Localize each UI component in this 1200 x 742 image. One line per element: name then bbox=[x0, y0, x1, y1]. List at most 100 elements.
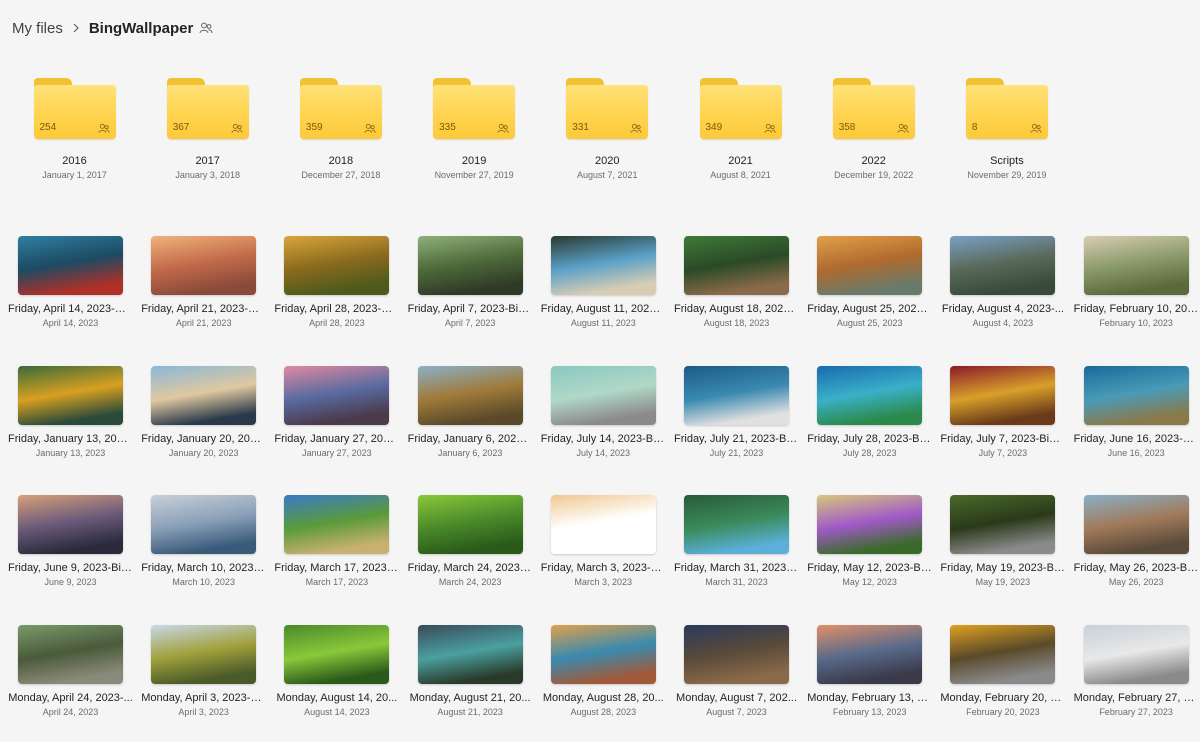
folder-name: 2017 bbox=[195, 155, 220, 167]
folder-icon: 359 bbox=[299, 78, 382, 139]
image-date: April 28, 2023 bbox=[309, 318, 365, 328]
image-tile[interactable]: Friday, March 24, 2023-... March 24, 2023 bbox=[404, 495, 537, 595]
image-file-name: Friday, July 14, 2023-Bin... bbox=[540, 433, 670, 445]
image-tile[interactable]: Friday, February 10, 202... February 10, … bbox=[1070, 236, 1200, 336]
image-thumbnail bbox=[284, 625, 390, 684]
image-file-name: Monday, August 21, 20... bbox=[409, 692, 531, 704]
image-thumbnail bbox=[550, 625, 656, 684]
image-tile[interactable]: Friday, May 19, 2023-Bi... May 19, 2023 bbox=[936, 495, 1069, 595]
image-tile[interactable]: Monday, February 13, 2... February 13, 20… bbox=[803, 625, 936, 725]
image-tile[interactable]: Friday, January 13, 2023... January 13, 2… bbox=[4, 366, 137, 466]
image-tile[interactable]: Friday, August 11, 2023-... August 11, 20… bbox=[537, 236, 670, 336]
image-file-name: Friday, April 21, 2023-Bi... bbox=[141, 303, 267, 315]
folder-date: December 27, 2018 bbox=[301, 170, 381, 180]
image-tile[interactable]: Friday, January 20, 2023... January 20, 2… bbox=[137, 366, 270, 466]
image-thumbnail bbox=[950, 236, 1056, 295]
image-date: February 20, 2023 bbox=[966, 707, 1040, 717]
image-tile[interactable]: Friday, August 25, 2023-... August 25, 20… bbox=[803, 236, 936, 336]
image-thumbnail bbox=[284, 366, 390, 425]
image-date: July 7, 2023 bbox=[978, 448, 1028, 458]
image-tile[interactable]: Friday, March 10, 2023-... March 10, 2023 bbox=[137, 495, 270, 595]
image-date: January 13, 2023 bbox=[35, 448, 106, 458]
folder-tile[interactable]: 359 2018 December 27, 2018 bbox=[274, 76, 407, 186]
shared-people-icon bbox=[97, 123, 110, 134]
image-tile[interactable]: Friday, June 9, 2023-Bin... June 9, 2023 bbox=[4, 495, 137, 595]
image-tile[interactable]: Friday, May 26, 2023-Bi... May 26, 2023 bbox=[1070, 495, 1200, 595]
image-date: April 24, 2023 bbox=[42, 707, 99, 717]
image-date: August 14, 2023 bbox=[304, 707, 370, 717]
image-date: March 31, 2023 bbox=[705, 577, 768, 587]
image-thumbnail bbox=[151, 495, 257, 554]
image-tile[interactable]: Friday, April 28, 2023-Bi... April 28, 20… bbox=[270, 236, 403, 336]
image-date: August 21, 2023 bbox=[437, 707, 503, 717]
folder-tile[interactable]: 331 2020 August 7, 2021 bbox=[541, 76, 674, 186]
image-file-name: Friday, August 25, 2023-... bbox=[807, 303, 936, 315]
image-thumbnail bbox=[684, 366, 789, 425]
image-file-name: Friday, July 21, 2023-Bin... bbox=[674, 433, 803, 445]
image-file-name: Monday, August 28, 20... bbox=[542, 692, 664, 704]
image-tile[interactable]: Monday, February 27, 2... February 27, 20… bbox=[1070, 625, 1200, 725]
shared-people-icon bbox=[1030, 123, 1042, 134]
image-file-name: Friday, March 31, 2023-... bbox=[674, 562, 800, 574]
image-thumbnail bbox=[684, 625, 789, 684]
folder-icon: 367 bbox=[166, 78, 249, 139]
folder-tile[interactable]: 358 2022 December 19, 2022 bbox=[807, 76, 940, 186]
image-date: August 25, 2023 bbox=[836, 318, 903, 328]
image-file-name: Friday, May 12, 2023-Bi... bbox=[807, 562, 933, 574]
image-thumbnail bbox=[417, 236, 523, 295]
image-thumbnail bbox=[18, 366, 123, 425]
image-file-name: Friday, April 7, 2023-Bin... bbox=[407, 303, 534, 315]
image-tile[interactable]: Friday, January 6, 2023-... January 6, 20… bbox=[404, 366, 537, 466]
folder-tile[interactable]: 349 2021 August 8, 2021 bbox=[674, 76, 807, 186]
image-thumbnail bbox=[417, 625, 523, 684]
image-tile[interactable]: Friday, April 7, 2023-Bin... April 7, 202… bbox=[404, 236, 537, 336]
image-tile[interactable]: Friday, June 16, 2023-Bi... June 16, 2023 bbox=[1070, 366, 1200, 466]
image-file-name: Friday, August 18, 2023-... bbox=[674, 303, 803, 315]
image-date: August 11, 2023 bbox=[570, 318, 636, 328]
folder-name: 2022 bbox=[861, 155, 886, 167]
image-date: March 24, 2023 bbox=[438, 577, 502, 587]
image-date: January 6, 2023 bbox=[437, 448, 503, 458]
image-file-name: Monday, August 7, 202... bbox=[676, 692, 797, 704]
image-tile[interactable]: Monday, August 21, 20... August 21, 2023 bbox=[404, 625, 537, 725]
image-file-name: Friday, April 28, 2023-Bi... bbox=[274, 303, 401, 315]
folder-tile[interactable]: 367 2017 January 3, 2018 bbox=[141, 76, 274, 186]
image-tile[interactable]: Monday, August 28, 20... August 28, 2023 bbox=[537, 625, 670, 725]
image-thumbnail bbox=[684, 495, 789, 554]
image-tile[interactable]: Monday, August 14, 20... August 14, 2023 bbox=[270, 625, 403, 725]
folder-icon: 8 bbox=[965, 78, 1048, 139]
image-tile[interactable]: Monday, February 20, 2... February 20, 20… bbox=[936, 625, 1069, 725]
folder-tile[interactable]: 254 2016 January 1, 2017 bbox=[8, 76, 141, 186]
image-thumbnail bbox=[817, 625, 923, 684]
image-file-name: Friday, June 16, 2023-Bi... bbox=[1073, 433, 1200, 445]
folder-item-count: 335 bbox=[439, 122, 456, 133]
image-tile[interactable]: Monday, August 7, 202... August 7, 2023 bbox=[670, 625, 803, 725]
image-tile[interactable]: Friday, March 31, 2023-... March 31, 2023 bbox=[670, 495, 803, 595]
folder-tile[interactable]: 335 2019 November 27, 2019 bbox=[408, 76, 541, 186]
image-thumbnail bbox=[950, 495, 1056, 554]
image-tile[interactable]: Friday, May 12, 2023-Bi... May 12, 2023 bbox=[803, 495, 936, 595]
image-date: July 21, 2023 bbox=[709, 448, 764, 458]
image-tile[interactable]: Friday, August 4, 2023-... August 4, 2023 bbox=[936, 236, 1069, 336]
image-tile[interactable]: Friday, April 14, 2023-Bi... April 14, 20… bbox=[4, 236, 137, 336]
image-tile[interactable]: Friday, August 18, 2023-... August 18, 20… bbox=[670, 236, 803, 336]
image-tile[interactable]: Friday, July 21, 2023-Bin... July 21, 202… bbox=[670, 366, 803, 466]
image-tile[interactable]: Monday, April 3, 2023-B... April 3, 2023 bbox=[137, 625, 270, 725]
image-file-name: Friday, April 14, 2023-Bi... bbox=[8, 303, 134, 315]
folder-item-count: 367 bbox=[172, 122, 190, 133]
image-tile[interactable]: Friday, July 28, 2023-Bin... July 28, 202… bbox=[803, 366, 936, 466]
image-date: August 18, 2023 bbox=[703, 318, 770, 328]
folder-tile[interactable]: 8 Scripts November 29, 2019 bbox=[940, 76, 1073, 186]
image-tile[interactable]: Friday, March 17, 2023-... March 17, 2023 bbox=[270, 495, 403, 595]
image-tile[interactable]: Friday, March 3, 2023-Bi... March 3, 2023 bbox=[537, 495, 670, 595]
image-file-name: Friday, May 26, 2023-Bi... bbox=[1073, 562, 1199, 574]
image-file-name: Monday, February 13, 2... bbox=[807, 692, 933, 704]
image-thumbnail bbox=[417, 495, 523, 554]
image-tile[interactable]: Friday, July 14, 2023-Bin... July 14, 202… bbox=[537, 366, 670, 466]
image-tile[interactable]: Friday, July 7, 2023-Bing... July 7, 2023 bbox=[936, 366, 1069, 466]
image-tile[interactable]: Friday, January 27, 2023... January 27, 2… bbox=[270, 366, 403, 466]
image-tile[interactable]: Monday, April 24, 2023-... April 24, 2023 bbox=[4, 625, 137, 725]
image-tile[interactable]: Friday, April 21, 2023-Bi... April 21, 20… bbox=[137, 236, 270, 336]
shared-people-icon bbox=[364, 123, 376, 134]
image-date: March 17, 2023 bbox=[305, 577, 369, 587]
